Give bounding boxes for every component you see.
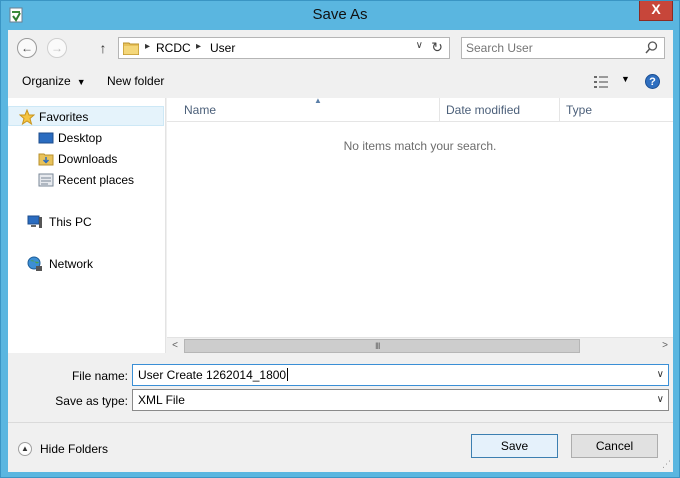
refresh-icon[interactable]: ↻ [431,39,443,56]
save-as-type-select[interactable]: XML File ∨ [132,389,669,411]
chevron-down-icon: ▼ [76,77,86,87]
search-box[interactable] [461,37,665,59]
column-header-date-modified[interactable]: Date modified [440,98,560,122]
sidebar-item-label: Favorites [39,110,89,124]
computer-icon [27,215,42,228]
file-list[interactable]: ▲ Name Date modified Type No items match… [167,96,673,353]
back-button[interactable]: ← [17,38,37,58]
title-bar[interactable]: Save As X [1,1,679,29]
dialog-body: ← → ↑ ▸ RCDC ▸ User ∨ ↻ Organize ▼ [8,30,673,472]
command-bar: Organize ▼ New folder ▼ ? [8,67,673,97]
divider [8,422,673,423]
folder-icon [123,42,139,55]
sidebar-item-recent-places[interactable]: Recent places [8,170,166,190]
cancel-button[interactable]: Cancel [571,434,658,458]
file-name-value: User Create 1262014_1800 [138,368,289,382]
horizontal-scrollbar[interactable]: < III > [167,337,673,353]
view-dropdown-icon[interactable]: ▼ [621,74,630,84]
window-title: Save As [312,6,368,23]
sidebar-item-label: Desktop [58,131,103,145]
save-button[interactable]: Save [471,434,558,458]
chevron-down-icon[interactable]: ∨ [657,394,664,405]
sidebar-item-label: Recent places [58,173,135,187]
navigation-pane: Favorites Desktop Downloads Recent place… [8,98,166,353]
column-label: Type [566,103,593,117]
up-one-level-button[interactable]: ↑ [96,39,110,57]
save-as-type-value: XML File [138,393,185,407]
resize-grip-icon[interactable]: ⋰ [662,459,671,470]
breadcrumb-rcdc[interactable]: RCDC [156,41,191,55]
downloads-folder-icon [38,153,54,166]
sidebar-item-network[interactable]: Network [8,254,166,274]
close-button[interactable]: X [639,1,673,21]
sidebar-item-label: Network [49,257,94,271]
sidebar-item-favorites[interactable]: Favorites [8,106,164,126]
search-input[interactable] [466,40,636,56]
scroll-left-icon[interactable]: < [167,338,183,354]
recent-places-icon [38,173,54,187]
collapse-icon: ▲ [18,442,32,456]
sidebar-item-label: Downloads [58,152,118,166]
column-header-name[interactable]: ▲ Name [178,96,440,122]
chevron-down-icon[interactable]: ∨ [657,369,664,380]
hide-folders-label: Hide Folders [40,442,109,456]
column-header-row: ▲ Name Date modified Type [167,96,673,122]
column-label: Name [184,103,217,117]
desktop-icon [38,132,54,144]
star-icon [19,109,35,125]
address-history-dropdown[interactable]: ∨ [416,40,423,51]
sidebar-item-downloads[interactable]: Downloads [8,149,166,169]
sidebar-item-label: This PC [49,215,92,229]
sidebar-item-this-pc[interactable]: This PC [8,212,166,232]
sort-ascending-icon: ▲ [314,96,322,105]
column-label: Date modified [446,103,521,117]
view-options-icon[interactable] [594,76,608,88]
breadcrumb-user[interactable]: User [210,41,235,55]
empty-results-message: No items match your search. [343,139,497,153]
organize-button[interactable]: Organize ▼ [22,74,86,88]
column-header-type[interactable]: Type [560,98,673,122]
save-as-dialog: Save As X ← → ↑ ▸ RCDC ▸ User ∨ ↻ Search… [0,0,680,478]
new-folder-button[interactable]: New folder [107,74,164,88]
scrollbar-grip: III [375,341,380,351]
forward-button[interactable]: → [47,38,67,58]
address-bar[interactable]: ▸ RCDC ▸ User ∨ ↻ [118,37,450,59]
scrollbar-thumb[interactable]: III [184,339,580,353]
file-name-label: File name: [71,369,128,383]
organize-label: Organize [22,74,71,88]
scroll-right-icon[interactable]: > [657,338,673,354]
save-as-type-label: Save as type: [55,394,128,408]
sidebar-item-desktop[interactable]: Desktop [8,128,166,148]
search-icon[interactable] [645,41,658,54]
file-name-field[interactable]: User Create 1262014_1800 ∨ [132,364,669,386]
breadcrumb-separator: ▸ [196,41,202,52]
network-icon [27,256,42,271]
help-icon[interactable]: ? [645,74,660,89]
breadcrumb-separator: ▸ [145,41,151,52]
